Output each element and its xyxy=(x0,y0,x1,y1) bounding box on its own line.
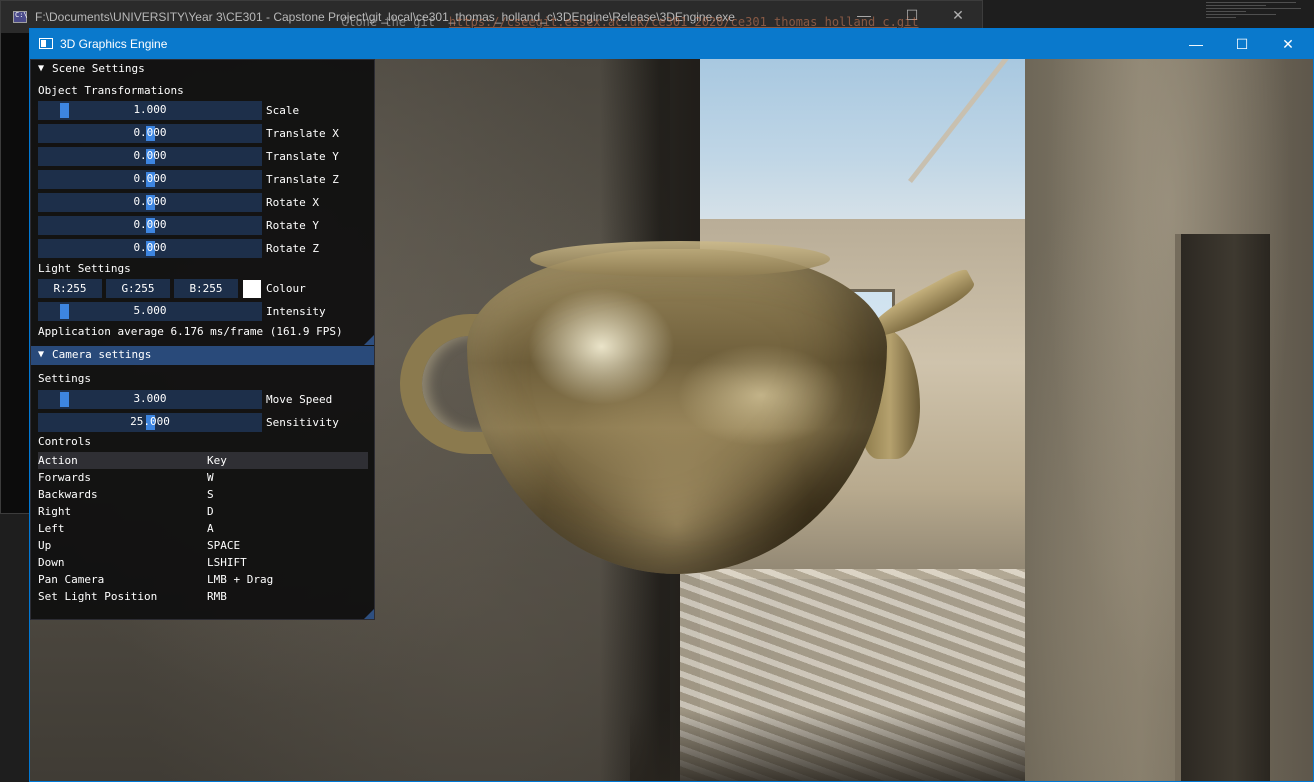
window-app-icon xyxy=(39,38,53,49)
slider-value: 0.000 xyxy=(133,126,167,139)
transform-slider[interactable]: 0.000 xyxy=(38,239,262,258)
colour-b-field[interactable]: B:255 xyxy=(174,279,238,298)
scene-settings-title: Scene Settings xyxy=(52,62,145,75)
intensity-label: Intensity xyxy=(266,305,326,318)
minimize-button[interactable]: — xyxy=(1173,29,1219,59)
control-action: Left xyxy=(38,522,65,535)
transform-slider-label: Translate X xyxy=(266,127,339,140)
scene-settings-header[interactable]: ▼ Scene Settings xyxy=(31,60,374,79)
transform-slider[interactable]: 0.000 xyxy=(38,170,262,189)
slider-value: 3.000 xyxy=(133,392,167,405)
editor-minimap xyxy=(1206,2,1306,26)
transform-slider-label: Translate Y xyxy=(266,150,339,163)
control-action: Down xyxy=(38,556,65,569)
slider-value: 0.000 xyxy=(133,195,167,208)
imgui-settings-panel[interactable]: ▼ Scene Settings Object Transformations … xyxy=(30,59,375,620)
sensitivity-slider[interactable]: 25.000 xyxy=(38,413,262,432)
transform-slider-label: Scale xyxy=(266,104,300,117)
slider-value: 0.000 xyxy=(133,241,167,254)
control-key: RMB xyxy=(207,590,227,603)
transform-slider-label: Translate Z xyxy=(266,173,339,186)
move-speed-label: Move Speed xyxy=(266,393,333,406)
scene-sky xyxy=(700,59,1030,224)
control-key: S xyxy=(207,488,214,501)
control-action: Right xyxy=(38,505,72,518)
transform-slider[interactable]: 0.000 xyxy=(38,124,262,143)
maximize-button[interactable]: ☐ xyxy=(1219,29,1265,59)
app-title: 3D Graphics Engine xyxy=(60,37,168,51)
control-action: Set Light Position xyxy=(38,590,158,603)
camera-settings-header[interactable]: ▼ Camera settings xyxy=(31,346,374,365)
control-key: W xyxy=(207,471,214,484)
column-header-action: Action xyxy=(38,454,78,467)
colour-r-field[interactable]: R:255 xyxy=(38,279,102,298)
section-resize-grip[interactable] xyxy=(364,335,374,345)
control-key: LSHIFT xyxy=(207,556,247,569)
slider-value: 0.000 xyxy=(133,218,167,231)
transform-slider[interactable]: 0.000 xyxy=(38,193,262,212)
camera-settings-title: Camera settings xyxy=(52,348,152,361)
console-output: Clone the git https://cseegit.essex.ac.uk… xyxy=(341,15,919,29)
controls-label: Controls xyxy=(38,435,91,448)
control-key: SPACE xyxy=(207,539,241,552)
slider-value: 1.000 xyxy=(133,103,167,116)
console-output-text: Clone the git xyxy=(341,15,435,29)
scene-doorway xyxy=(1175,234,1270,781)
slider-value: 0.000 xyxy=(133,149,167,162)
control-action: Backwards xyxy=(38,488,98,501)
console-close-button[interactable]: ✕ xyxy=(935,7,981,27)
sensitivity-label: Sensitivity xyxy=(266,416,339,429)
app-window: 3D Graphics Engine — ☐ ✕ ▼ Scene Setting… xyxy=(29,28,1314,782)
slider-value: 25.000 xyxy=(130,415,170,428)
close-button[interactable]: ✕ xyxy=(1265,29,1311,59)
fps-stats: Application average 6.176 ms/frame (161.… xyxy=(38,325,343,338)
move-speed-slider[interactable]: 3.000 xyxy=(38,390,262,409)
teapot-rim xyxy=(530,241,830,277)
app-titlebar[interactable]: 3D Graphics Engine — ☐ ✕ xyxy=(30,29,1313,59)
control-action: Up xyxy=(38,539,52,552)
transform-slider-label: Rotate Z xyxy=(266,242,319,255)
console-app-icon xyxy=(13,11,28,23)
slider-value: 0.000 xyxy=(133,172,167,185)
transform-slider[interactable]: 1.000 xyxy=(38,101,262,120)
collapse-arrow-icon: ▼ xyxy=(38,63,45,74)
colour-label: Colour xyxy=(266,282,306,295)
controls-table-header: Action Key xyxy=(38,452,368,469)
column-header-key: Key xyxy=(207,454,227,467)
light-settings-label: Light Settings xyxy=(38,262,131,275)
transform-slider-label: Rotate X xyxy=(266,196,319,209)
slider-value: 5.000 xyxy=(133,304,167,317)
control-key: LMB + Drag xyxy=(207,573,274,586)
transform-slider[interactable]: 0.000 xyxy=(38,216,262,235)
control-key: D xyxy=(207,505,214,518)
control-action: Pan Camera xyxy=(38,573,105,586)
collapse-arrow-icon: ▼ xyxy=(38,349,45,360)
transform-slider[interactable]: 0.000 xyxy=(38,147,262,166)
control-key: A xyxy=(207,522,214,535)
camera-settings-label: Settings xyxy=(38,372,91,385)
colour-g-field[interactable]: G:255 xyxy=(106,279,170,298)
window-resize-grip[interactable] xyxy=(364,609,374,619)
intensity-slider[interactable]: 5.000 xyxy=(38,302,262,321)
transform-slider-label: Rotate Y xyxy=(266,219,319,232)
object-transformations-label: Object Transformations xyxy=(38,84,184,97)
colour-swatch[interactable] xyxy=(243,280,261,298)
control-action: Forwards xyxy=(38,471,91,484)
console-output-url: https://cseegit.essex.ac.uk/ce301_2020/c… xyxy=(448,15,919,29)
